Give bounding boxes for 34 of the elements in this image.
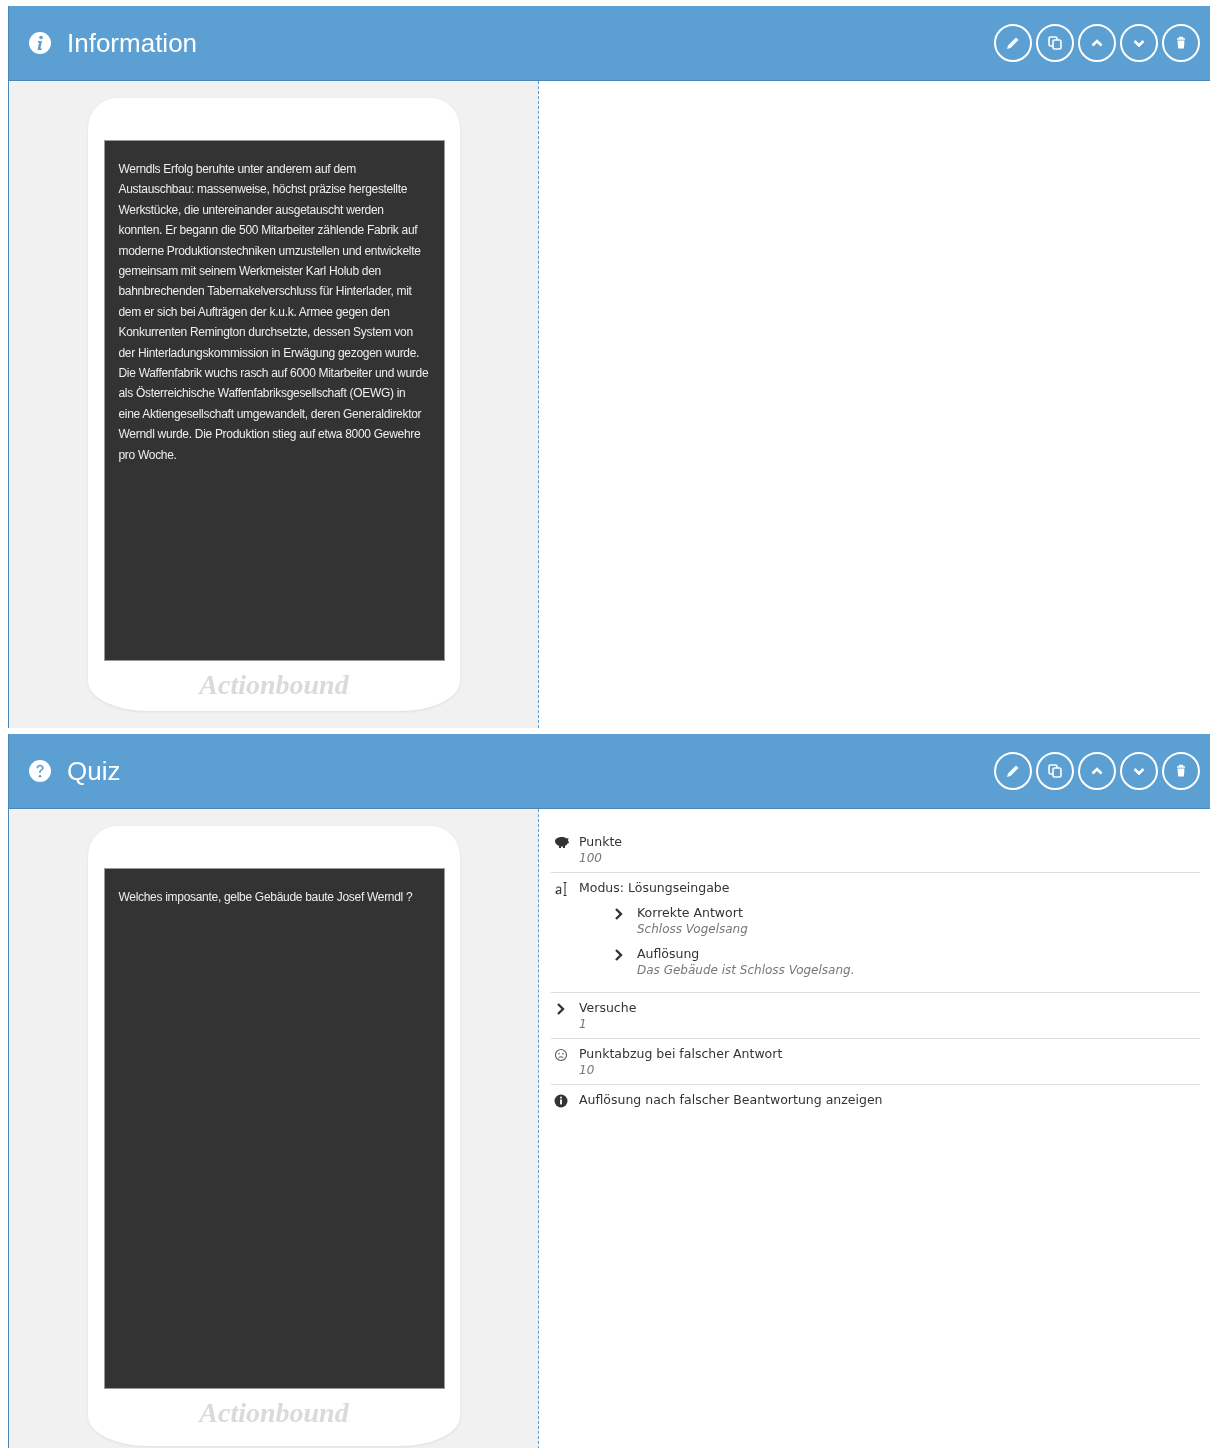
setting-label: Modus: Lösungseingabe (579, 879, 731, 896)
copy-icon (1046, 34, 1064, 52)
edit-button[interactable] (994, 24, 1032, 62)
text-cursor-icon (553, 880, 569, 896)
copy-icon (1046, 762, 1064, 780)
delete-button[interactable] (1162, 24, 1200, 62)
move-down-button[interactable] (1120, 24, 1158, 62)
card-text: Welches imposante, gelbe Gebäude baute Josef Werndl ? (118, 889, 414, 906)
setting-label: Auflösung nach falscher Beantwortung anzeigen (579, 1091, 883, 1108)
section-title: Information (67, 27, 199, 59)
setting-value: 10 (579, 1062, 596, 1078)
setting-value: 100 (579, 850, 603, 866)
setting-value: Das Gebäude ist Schloss Vogelsang. (637, 962, 855, 978)
card-text: Werndls Erfolg beruhte unter anderem auf dem Austauschbau: massenweise, höchst präzise hergestellte Werkstücke, die untereinander ausgetauscht werden konnten. Er begann die 500 Mitarbeiter zählende Fabrik auf moderne Produktionstechniken umzustellen und entwickelte gemeinsam mit seinem Werkmeister Karl Holub den bahnbrechenden Tabernakelverschluss für Hinterlader, mit dem er sich bei Aufträgen der k.u.k. Armee gegen den Konkurrenten Remington durchsetzte, dessen System von der Hinterladungskommission in Erwägung gezogen wurde. Die Waffenfabrik wuchs rasch auf 6000 Mitarbeiter und wurde als Österreichische Waffenfabriksgesellschaft (OEWG) in eine Aktiengesellschaft umgewandelt, deren Generaldirektor Werndl wurde. Die Produktion stieg auf etwa 8000 Gewehre pro Woche. (118, 161, 430, 464)
delete-button[interactable] (1162, 752, 1200, 790)
move-down-button[interactable] (1120, 752, 1158, 790)
edit-button[interactable] (994, 752, 1032, 790)
piggy-bank-icon (553, 834, 569, 850)
move-up-button[interactable] (1078, 24, 1116, 62)
setting-label: Auflösung (637, 945, 701, 962)
setting-label: Punktabzug bei falscher Antwort (579, 1045, 783, 1062)
question-icon (28, 759, 52, 783)
info-icon (553, 1092, 569, 1108)
setting-label: Punkte (579, 833, 622, 850)
setting-value: Schloss Vogelsang (637, 921, 748, 937)
duplicate-button[interactable] (1036, 24, 1074, 62)
setting-label: Korrekte Antwort (637, 904, 744, 921)
sad-face-icon (553, 1046, 569, 1062)
move-up-button[interactable] (1078, 752, 1116, 790)
setting-value: 1 (579, 1016, 588, 1032)
info-icon (28, 31, 52, 55)
section-title: Quiz (67, 755, 122, 787)
duplicate-button[interactable] (1036, 752, 1074, 790)
setting-label: Versuche (579, 999, 637, 1016)
